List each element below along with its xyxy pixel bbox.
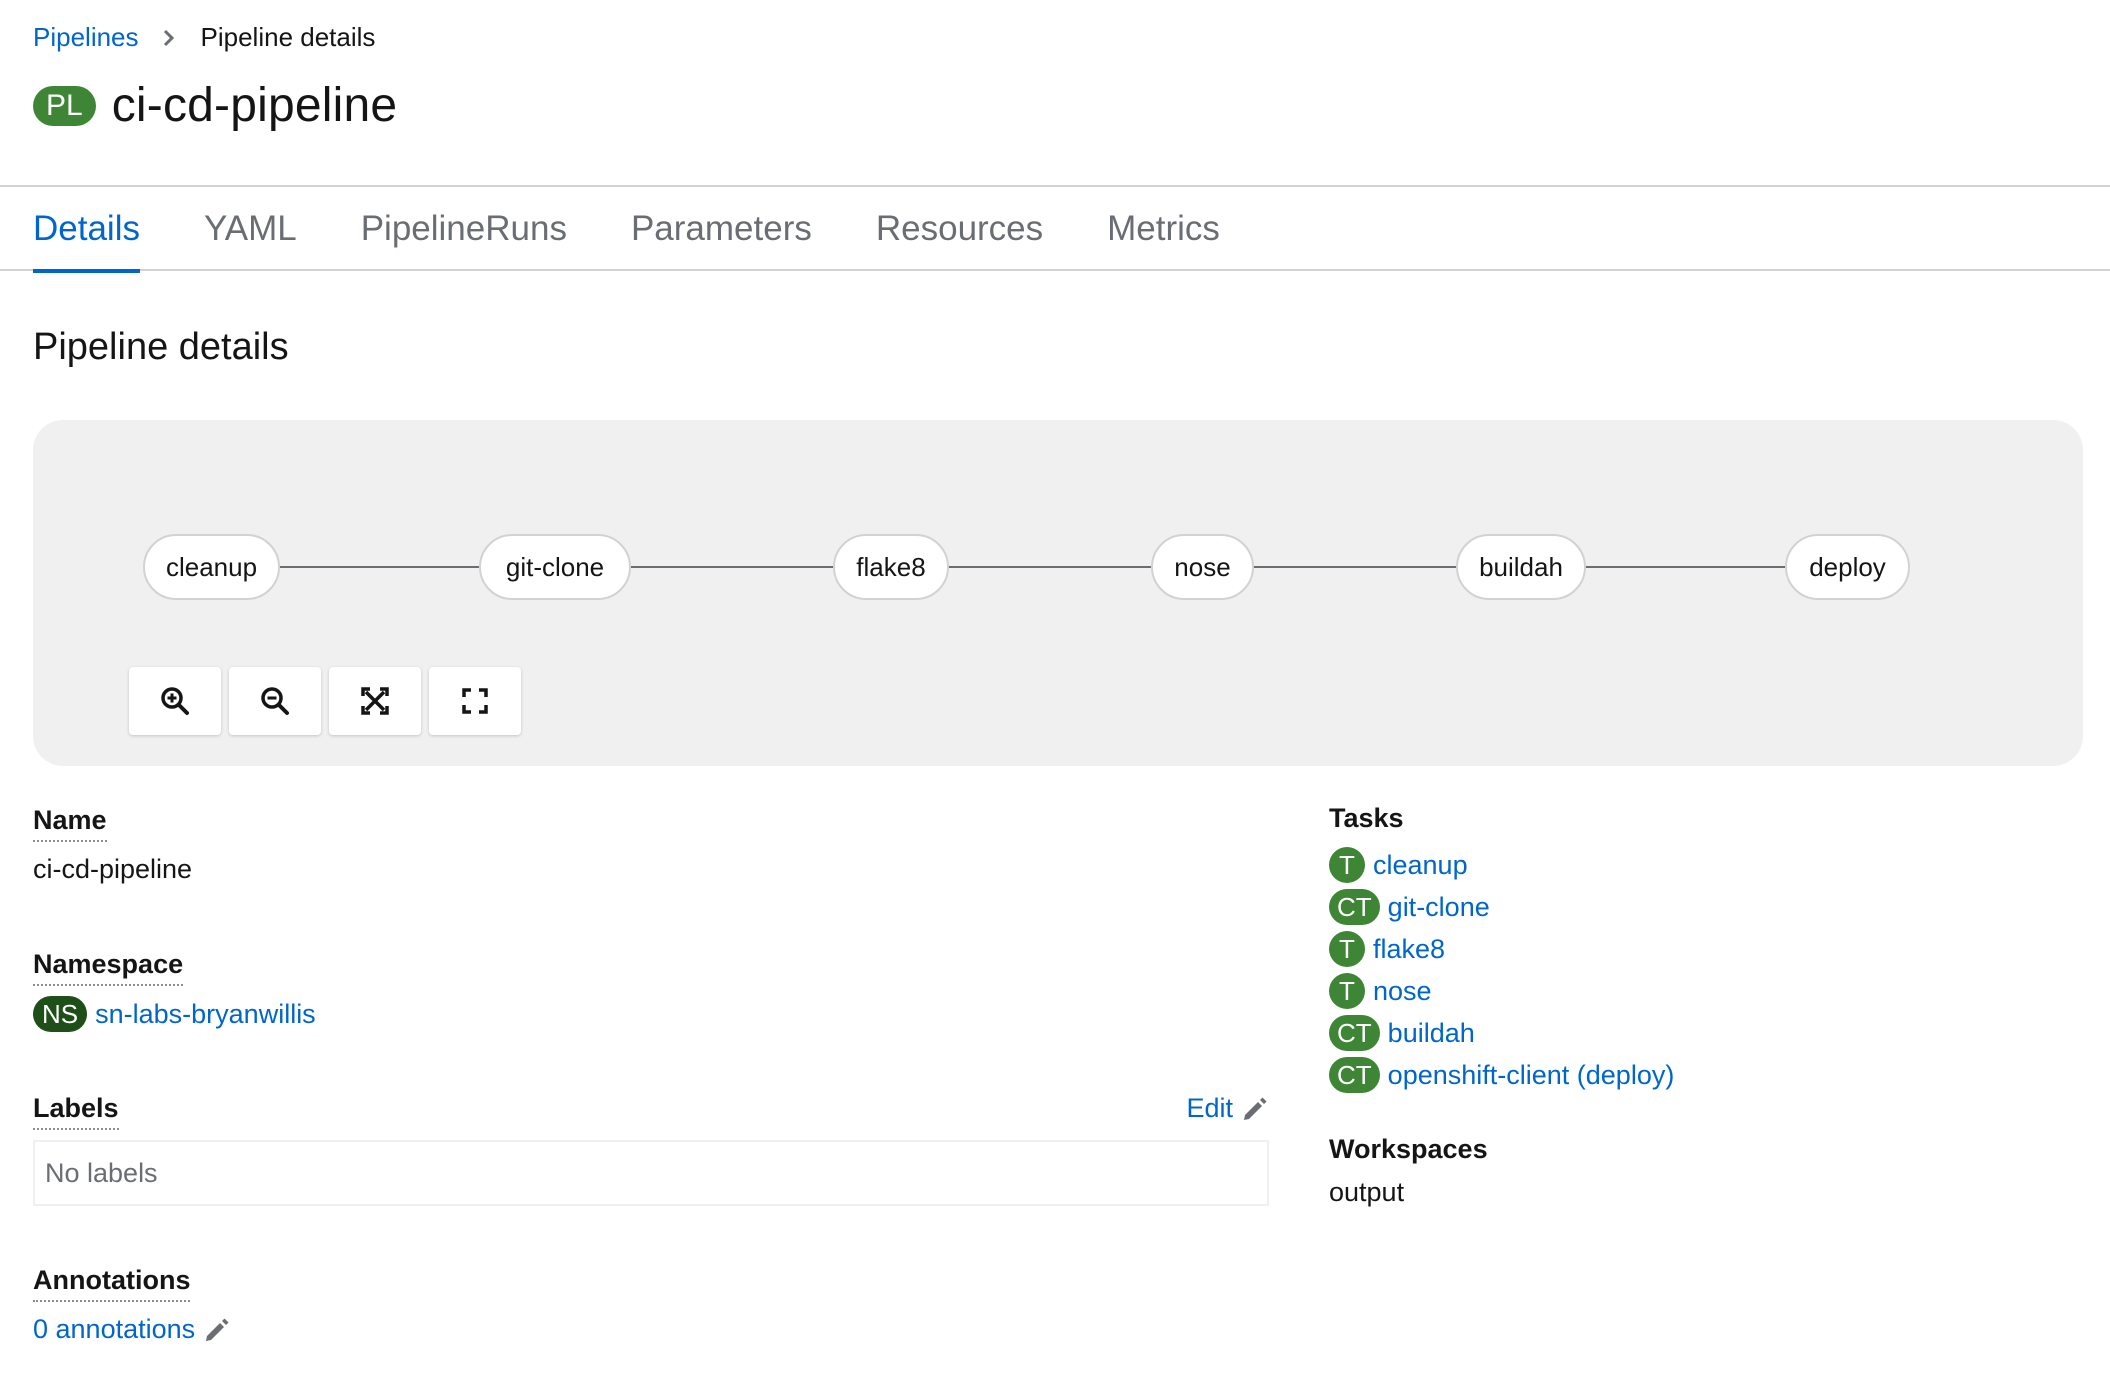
tab-pipelineruns[interactable]: PipelineRuns [361, 187, 567, 271]
section-title: Pipeline details [33, 326, 289, 368]
page-header: PL ci-cd-pipeline [33, 78, 397, 133]
task-link-buildah[interactable]: buildah [1388, 1018, 1475, 1049]
details-right-column: Tasks T cleanup CT git-clone T flake8 T … [1329, 803, 1674, 1208]
namespace-badge: NS [33, 996, 88, 1032]
list-item: CT buildah [1329, 1012, 1674, 1054]
pencil-icon[interactable] [203, 1316, 231, 1344]
pipeline-node-deploy[interactable]: deploy [1785, 534, 1910, 600]
namespace-field: Namespace NS sn-labs-bryanwillis [33, 949, 316, 1032]
tab-metrics[interactable]: Metrics [1107, 187, 1220, 271]
workspaces-label: Workspaces [1329, 1134, 1488, 1164]
breadcrumb-current: Pipeline details [200, 22, 376, 52]
task-link-openshift-client[interactable]: openshift-client (deploy) [1388, 1060, 1675, 1091]
annotations-label[interactable]: Annotations [33, 1265, 191, 1302]
expand-icon [462, 688, 488, 714]
zoom-out-button[interactable] [229, 667, 321, 735]
breadcrumb: Pipelines Pipeline details [33, 22, 375, 53]
zoom-in-icon [161, 687, 189, 715]
clustertask-badge: CT [1329, 889, 1380, 925]
labels-label[interactable]: Labels [33, 1093, 119, 1130]
zoom-in-button[interactable] [129, 667, 221, 735]
name-label[interactable]: Name [33, 805, 107, 842]
task-link-cleanup[interactable]: cleanup [1373, 850, 1468, 881]
pipeline-resource-badge: PL [33, 85, 96, 126]
topology-controls [129, 667, 529, 735]
task-link-git-clone[interactable]: git-clone [1388, 892, 1490, 923]
tasks-label: Tasks [1329, 803, 1404, 833]
zoom-out-icon [261, 687, 289, 715]
labels-field: Labels Edit No labels [33, 1093, 1269, 1206]
namespace-link[interactable]: sn-labs-bryanwillis [95, 999, 316, 1030]
fit-to-screen-icon [361, 687, 389, 715]
task-badge: T [1329, 931, 1365, 967]
chevron-right-icon [163, 29, 175, 47]
tab-details[interactable]: Details [33, 187, 140, 273]
expand-button[interactable] [429, 667, 521, 735]
task-list: T cleanup CT git-clone T flake8 T nose C… [1329, 844, 1674, 1096]
pipeline-node-cleanup[interactable]: cleanup [143, 534, 280, 600]
annotations-field: Annotations 0 annotations [33, 1265, 231, 1345]
task-link-nose[interactable]: nose [1373, 976, 1432, 1007]
workspaces-field: Workspaces output [1329, 1134, 1674, 1208]
name-field: Name ci-cd-pipeline [33, 805, 192, 885]
pipeline-node-git-clone[interactable]: git-clone [479, 534, 631, 600]
list-item: T flake8 [1329, 928, 1674, 970]
page-title: ci-cd-pipeline [111, 79, 398, 132]
tab-bar: Details YAML PipelineRuns Parameters Res… [0, 187, 2110, 273]
pipeline-node-flake8[interactable]: flake8 [833, 534, 949, 600]
clustertask-badge: CT [1329, 1015, 1380, 1051]
pipeline-topology[interactable]: cleanup git-clone flake8 nose buildah de… [33, 420, 2083, 766]
task-badge: T [1329, 973, 1365, 1009]
list-item: T cleanup [1329, 844, 1674, 886]
workspaces-value: output [1329, 1177, 1405, 1207]
namespace-label[interactable]: Namespace [33, 949, 184, 986]
breadcrumb-link-pipelines[interactable]: Pipelines [33, 22, 139, 53]
list-item: CT git-clone [1329, 886, 1674, 928]
task-link-flake8[interactable]: flake8 [1373, 934, 1445, 965]
pipeline-node-buildah[interactable]: buildah [1456, 534, 1586, 600]
annotations-link[interactable]: 0 annotations [33, 1314, 195, 1345]
labels-box: No labels [33, 1140, 1269, 1206]
edit-labels-label: Edit [1186, 1093, 1233, 1123]
list-item: T nose [1329, 970, 1674, 1012]
pipeline-node-nose[interactable]: nose [1151, 534, 1254, 600]
fit-to-screen-button[interactable] [329, 667, 421, 735]
task-badge: T [1329, 847, 1365, 883]
tab-parameters[interactable]: Parameters [631, 187, 812, 271]
clustertask-badge: CT [1329, 1057, 1380, 1093]
edit-labels-button[interactable]: Edit [1186, 1093, 1269, 1124]
tab-resources[interactable]: Resources [876, 187, 1043, 271]
name-value: ci-cd-pipeline [33, 854, 193, 884]
list-item: CT openshift-client (deploy) [1329, 1054, 1674, 1096]
pencil-icon [1244, 1097, 1267, 1120]
tab-yaml[interactable]: YAML [204, 187, 297, 271]
